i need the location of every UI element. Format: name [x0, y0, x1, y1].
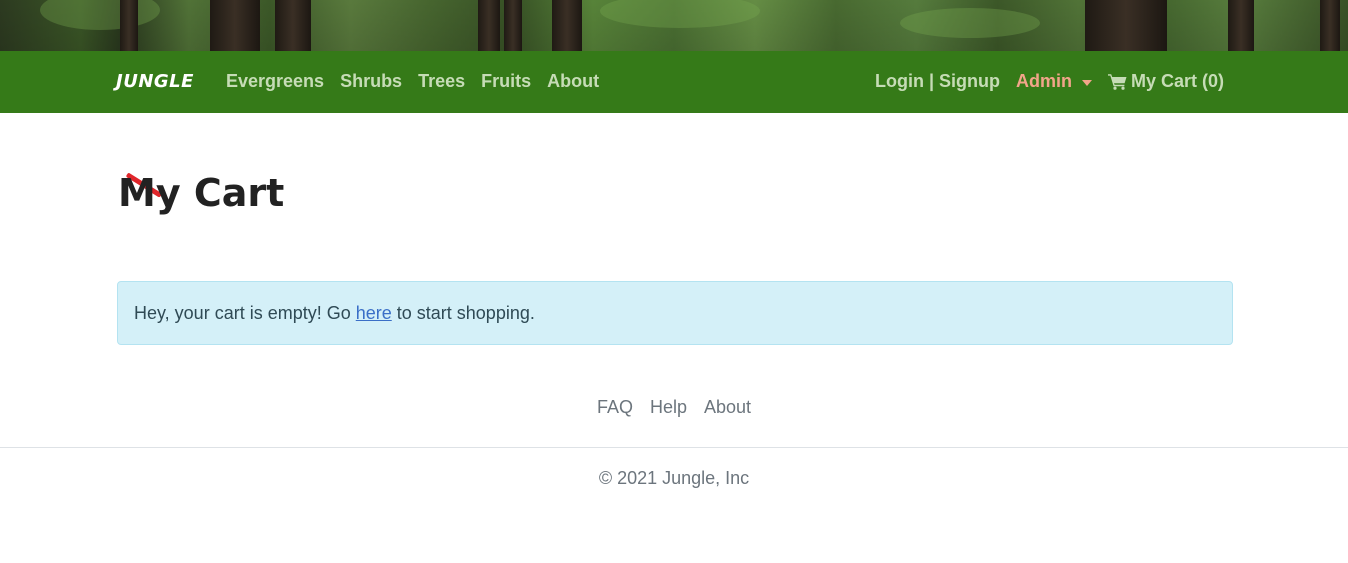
brand-logo-link[interactable]: JUNGLE [116, 71, 194, 92]
shopping-cart-icon [1107, 74, 1127, 90]
banner-trunk [275, 0, 311, 51]
banner-trunk [210, 0, 260, 51]
footer-link-about[interactable]: About [704, 397, 751, 418]
nav-link-evergreens[interactable]: Evergreens [226, 71, 324, 92]
footer-link-faq[interactable]: FAQ [597, 397, 633, 418]
top-navbar: JUNGLE Evergreens Shrubs Trees Fruits Ab… [0, 51, 1348, 113]
banner-trunk [120, 0, 138, 51]
start-shopping-link[interactable]: here [356, 303, 392, 323]
admin-dropdown-toggle[interactable]: Admin [1016, 71, 1092, 92]
forest-banner-image [0, 0, 1348, 51]
banner-trunk [1085, 0, 1167, 51]
copyright-text: © 2021 Jungle, Inc [598, 468, 750, 488]
alert-text-after: to start shopping. [391, 303, 535, 323]
banner-trunk [1228, 0, 1254, 51]
login-signup-link[interactable]: Login | Signup [875, 71, 1000, 92]
banner-trunk [478, 0, 500, 51]
footer-link-help[interactable]: Help [650, 397, 687, 418]
primary-nav: Evergreens Shrubs Trees Fruits About [226, 71, 599, 92]
banner-trunk [552, 0, 582, 51]
my-cart-label: My Cart (0) [1130, 71, 1224, 91]
page-title: My Cart [118, 171, 285, 215]
nav-link-fruits[interactable]: Fruits [481, 71, 531, 92]
alert-text-before: Hey, your cart is empty! Go [134, 303, 356, 323]
nav-link-shrubs[interactable]: Shrubs [340, 71, 402, 92]
footer-divider [0, 447, 1348, 448]
banner-foliage [600, 0, 760, 28]
banner-foliage [40, 0, 160, 30]
banner-trunk [504, 0, 522, 51]
caret-down-icon [1081, 79, 1092, 86]
my-cart-link[interactable]: My Cart (0) [1107, 71, 1224, 92]
banner-foliage [900, 8, 1040, 38]
nav-link-trees[interactable]: Trees [418, 71, 465, 92]
admin-label: Admin [1015, 71, 1072, 91]
banner-trunk [1320, 0, 1340, 51]
empty-cart-alert: Hey, your cart is empty! Go here to star… [117, 281, 1233, 345]
user-nav: Login | Signup Admin My Cart (0) [875, 71, 1224, 92]
nav-link-about[interactable]: About [547, 71, 599, 92]
footer-nav: FAQ Help About [0, 397, 1348, 418]
